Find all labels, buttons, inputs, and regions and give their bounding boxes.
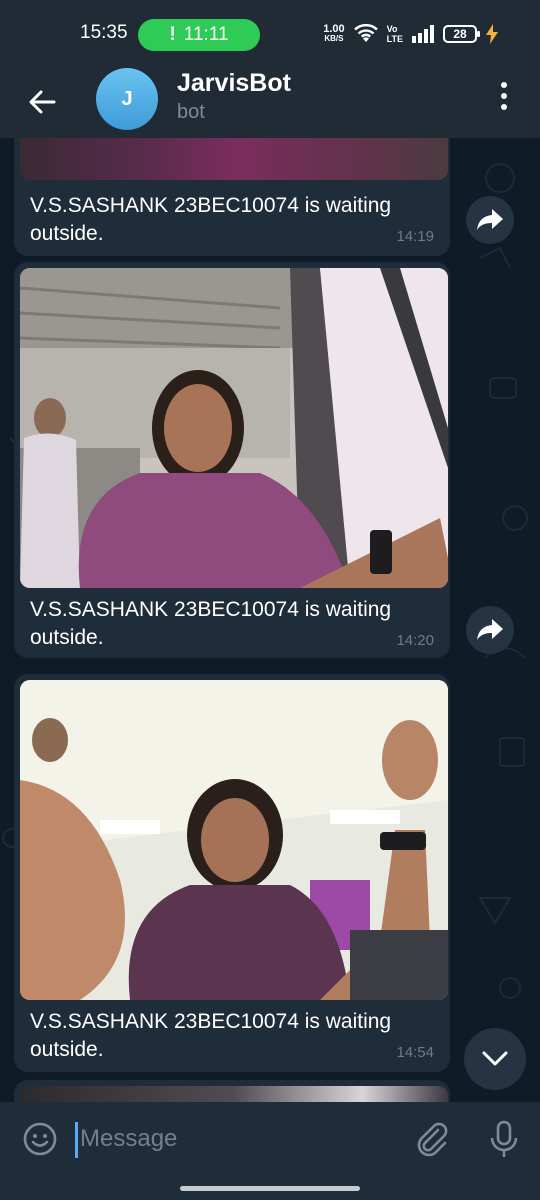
paperclip-icon: [417, 1122, 448, 1157]
text-cursor: [75, 1122, 78, 1158]
mic-icon: [490, 1120, 518, 1157]
message-text: V.S.SASHANK 23BEC10074 is waiting outsid…: [30, 598, 392, 649]
scroll-to-bottom-button[interactable]: [464, 1028, 526, 1090]
more-vert-dot: [501, 93, 507, 99]
status-icons: 1.00 KB/S Vo LTE 28: [323, 20, 498, 48]
message-time: 14:20: [396, 632, 434, 649]
call-alert-icon: !: [169, 24, 176, 45]
bot-avatar[interactable]: J: [96, 68, 158, 130]
forward-icon: [477, 619, 503, 640]
home-indicator[interactable]: [180, 1186, 360, 1191]
forward-icon: [477, 209, 503, 230]
system-nav-bar: [0, 1176, 540, 1200]
chat-header: J JarvisBot bot: [0, 66, 540, 138]
photo-student-in-corridor: [20, 268, 448, 588]
status-time: 15:35: [80, 22, 128, 43]
chat-title[interactable]: JarvisBot: [177, 69, 291, 98]
charging-icon: [486, 24, 498, 44]
voice-message-button[interactable]: [488, 1120, 520, 1160]
signal-icon: [412, 25, 434, 43]
message-bubble[interactable]: V.S.SASHANK 23BEC10074 is waiting outsid…: [14, 262, 450, 658]
message-time: 14:54: [396, 1044, 434, 1061]
message-time: 14:19: [396, 228, 434, 245]
back-button[interactable]: [22, 82, 62, 122]
network-speed: 1.00 KB/S: [323, 24, 344, 44]
network-speed-unit: KB/S: [324, 34, 344, 43]
message-text: V.S.SASHANK 23BEC10074 is waiting outsid…: [30, 1010, 392, 1061]
emoji-button[interactable]: [22, 1121, 58, 1157]
chat-subtitle: bot: [177, 101, 205, 123]
ongoing-call-pill[interactable]: ! 11:11: [138, 19, 260, 51]
more-options-button[interactable]: [486, 76, 522, 116]
volte-bottom: LTE: [386, 34, 403, 44]
emoji-icon: [23, 1122, 57, 1156]
call-timer: 11:11: [183, 24, 229, 45]
message-photo[interactable]: [20, 268, 448, 588]
battery-level: 28: [453, 27, 467, 41]
network-speed-value: 1.00: [323, 23, 345, 35]
message-bubble[interactable]: V.S.SASHANK 23BEC10074 is waiting outsid…: [14, 138, 450, 256]
wifi-icon: [353, 24, 378, 42]
photo-student-in-classroom: [20, 680, 448, 1000]
message-text: V.S.SASHANK 23BEC10074 is waiting outsid…: [30, 194, 392, 245]
volte-top: Vo: [386, 24, 398, 34]
message-bubble[interactable]: [14, 1080, 450, 1102]
forward-button[interactable]: [466, 606, 514, 654]
chat-messages[interactable]: V.S.SASHANK 23BEC10074 is waiting outsid…: [0, 138, 540, 1102]
status-bar: 15:35 ! 11:11 1.00 KB/S Vo LTE 28: [0, 0, 540, 66]
message-photo[interactable]: [20, 1086, 448, 1102]
message-composer: [0, 1102, 540, 1176]
message-input[interactable]: [80, 1118, 400, 1160]
message-photo[interactable]: [20, 138, 448, 180]
message-bubble[interactable]: V.S.SASHANK 23BEC10074 is waiting outsid…: [14, 674, 450, 1072]
more-vert-dot: [501, 104, 507, 110]
back-arrow-icon: [29, 90, 56, 114]
attach-button[interactable]: [414, 1120, 450, 1158]
volte-indicator: Vo LTE: [387, 24, 403, 44]
message-photo[interactable]: [20, 680, 448, 1000]
more-vert-icon: [501, 82, 507, 88]
battery-icon: 28: [443, 25, 480, 43]
forward-button[interactable]: [466, 196, 514, 244]
chevron-down-icon: [482, 1051, 508, 1066]
